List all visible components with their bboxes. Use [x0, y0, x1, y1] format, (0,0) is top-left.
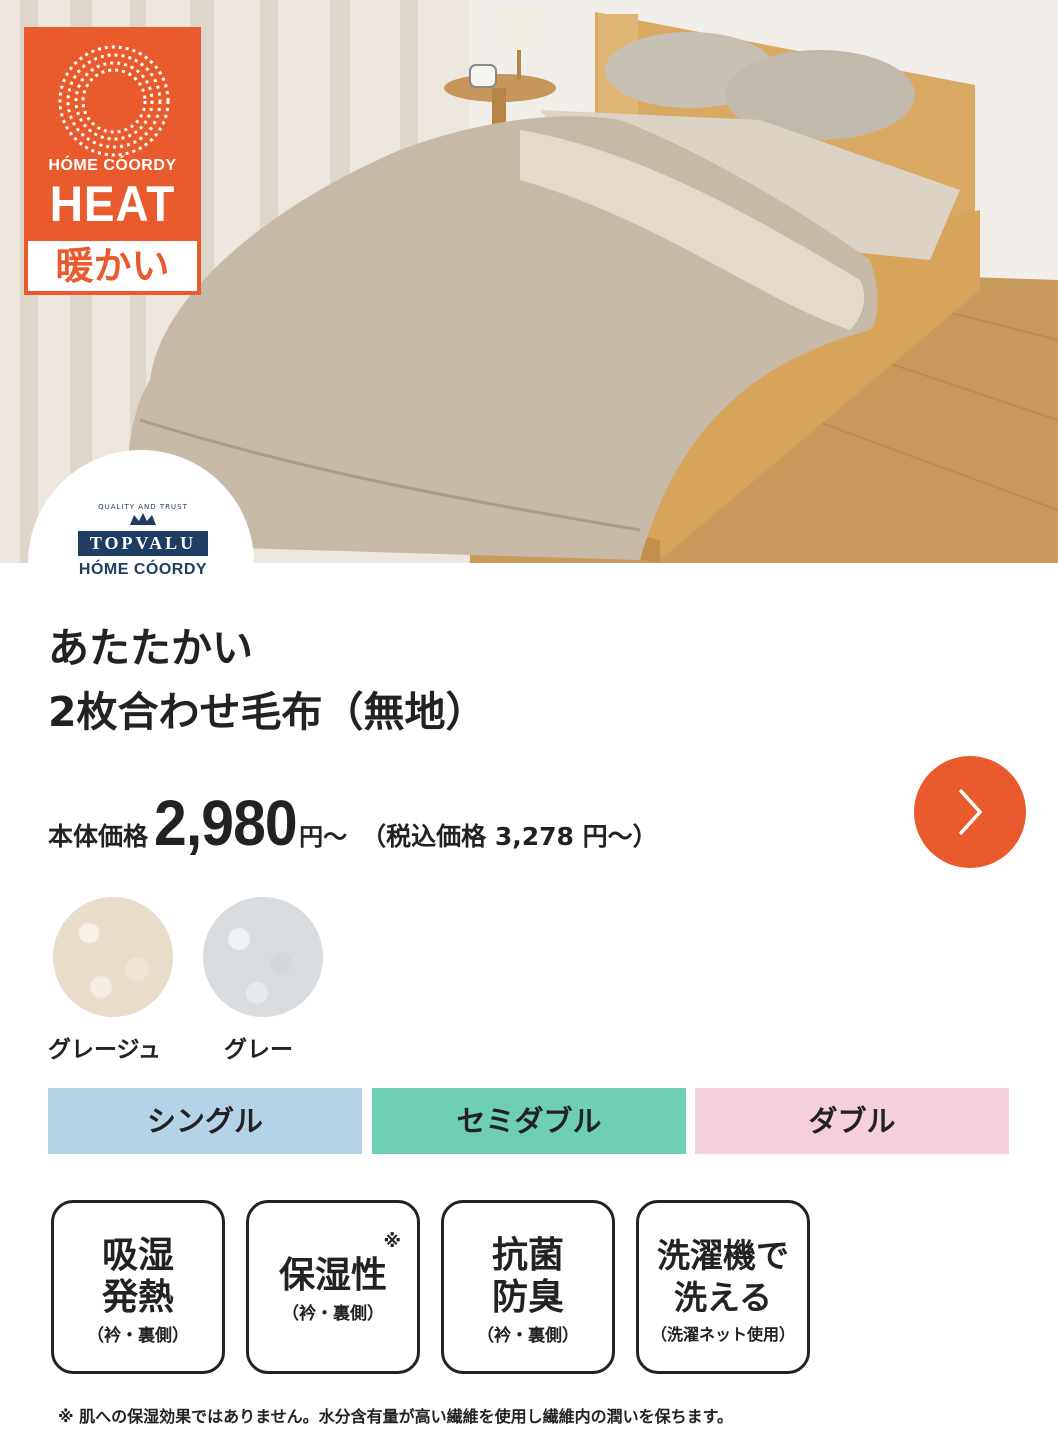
- feature-sub: （洗濯ネット使用）: [650, 1325, 795, 1344]
- feature-main: 洗濯機で 洗える: [657, 1236, 789, 1317]
- crown-icon: [130, 513, 156, 525]
- price-tax-included: （税込価格 3,278 円〜）: [361, 822, 658, 851]
- size-semi-double[interactable]: セミダブル: [372, 1088, 686, 1154]
- feature-sub: （衿・裏側）: [87, 1326, 189, 1346]
- color-label-gray: グレー: [224, 1037, 293, 1063]
- feature-main: 保湿性: [278, 1255, 387, 1296]
- price-value: 2,980: [154, 787, 298, 859]
- price-unit: 円〜: [299, 823, 348, 851]
- size-double[interactable]: ダブル: [695, 1088, 1009, 1154]
- logo-name: TOPVALU: [78, 531, 208, 556]
- feature-main: 抗菌 防臭: [491, 1235, 564, 1318]
- feature-antibacterial: 抗菌 防臭 （衿・裏側）: [441, 1200, 615, 1374]
- feature-machine-washable: 洗濯機で 洗える （洗濯ネット使用）: [636, 1200, 810, 1374]
- badge-brand: HÓME CÓORDY: [48, 157, 177, 174]
- chevron-right-icon: [958, 788, 983, 836]
- topvalu-logo: QUALITY AND TRUST TOPVALU HÓME CÓORDY: [78, 503, 208, 595]
- sun-rays-icon: [58, 45, 170, 157]
- feature-note-mark: ※: [383, 1231, 402, 1252]
- feature-main: 吸湿 発熱: [101, 1235, 174, 1318]
- logo-line: HÓME CÓORDY: [78, 561, 208, 578]
- color-swatch-gray[interactable]: [203, 897, 323, 1017]
- product-title: あたたかい 2枚合わせ毛布（無地）: [48, 616, 487, 744]
- price-label: 本体価格: [48, 822, 149, 851]
- feature-sub: （衿・裏側）: [477, 1326, 579, 1346]
- title-line-1: あたたかい: [48, 624, 253, 672]
- color-label-greige: グレージュ: [48, 1037, 161, 1063]
- badge-warm-label: 暖かい: [28, 241, 197, 291]
- feature-moisturizing: ※ 保湿性 （衿・裏側）: [246, 1200, 420, 1374]
- logo-tagline: QUALITY AND TRUST: [98, 503, 188, 511]
- next-button[interactable]: [914, 756, 1026, 868]
- feature-moisture-heat: 吸湿 発熱 （衿・裏側）: [51, 1200, 225, 1374]
- size-single[interactable]: シングル: [48, 1088, 362, 1154]
- footnote: ※ 肌への保湿効果ではありません。水分含有量が高い繊維を使用し繊維内の潤いを保ち…: [58, 1407, 734, 1426]
- heat-badge: HÓME CÓORDY HEAT 暖かい: [24, 27, 201, 295]
- color-swatch-greige[interactable]: [53, 897, 173, 1017]
- title-line-2: 2枚合わせ毛布（無地）: [48, 688, 487, 736]
- price-row: 本体価格2,980 円〜 （税込価格 3,278 円〜）: [48, 786, 658, 859]
- badge-heat: HEAT: [49, 176, 176, 232]
- feature-sub: （衿・裏側）: [282, 1304, 384, 1324]
